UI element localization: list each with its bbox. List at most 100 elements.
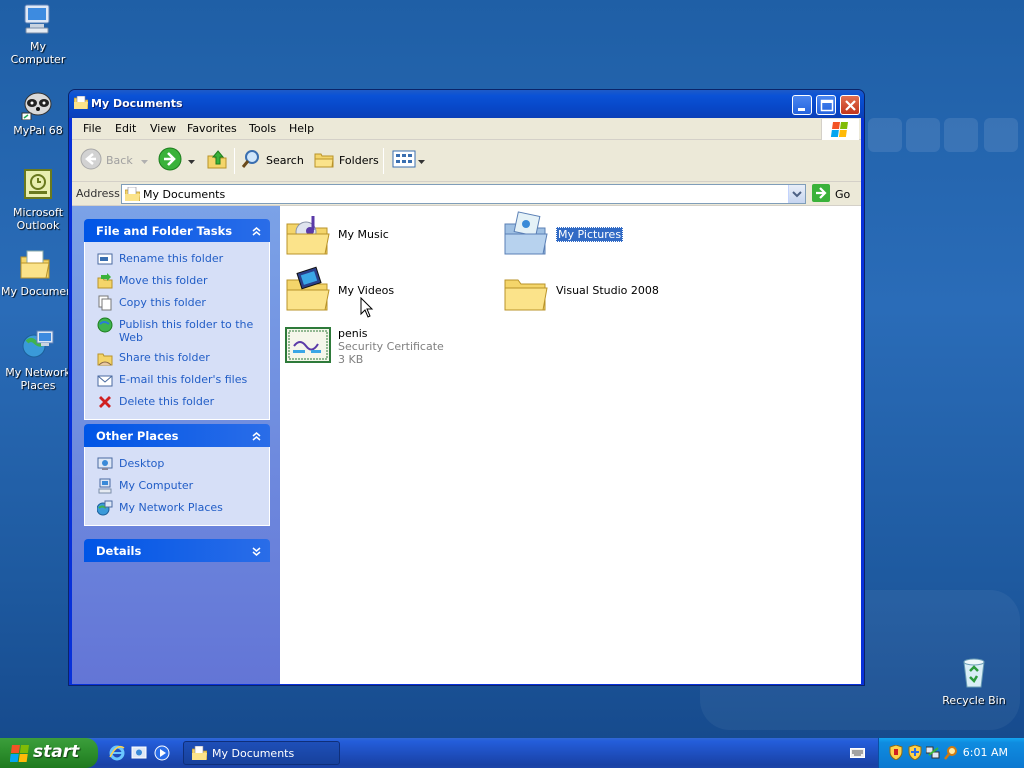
folder-icon (502, 266, 550, 314)
wallpaper-decoration (984, 118, 1018, 152)
chevron-down-icon (418, 154, 425, 167)
desktop-icon-my-documents[interactable]: My Documents (1, 247, 69, 298)
address-input[interactable]: My Documents (121, 184, 806, 204)
back-button[interactable]: Back (80, 148, 148, 172)
file-folder-tasks-panel: File and Folder Tasks Rename this folder… (84, 219, 270, 420)
publish-icon (97, 317, 113, 333)
menu-favorites[interactable]: Favorites (187, 122, 237, 135)
rename-icon (97, 251, 113, 267)
task-move-folder[interactable]: Move this folder (85, 270, 269, 292)
show-desktop-icon[interactable] (131, 745, 147, 761)
copy-icon (97, 295, 113, 311)
address-label: Address (76, 187, 120, 200)
windows-logo-icon (821, 119, 859, 140)
network-places-icon (21, 328, 55, 362)
desktop-icon-mypal[interactable]: MyPal 68 (1, 86, 75, 137)
internet-explorer-icon[interactable] (109, 745, 125, 761)
taskbar: start My Documents 6:01 AM (0, 738, 1024, 768)
forward-button[interactable] (158, 147, 195, 174)
task-share-folder[interactable]: Share this folder (85, 347, 269, 369)
move-icon (97, 273, 113, 289)
desktop-icon-label: Places (20, 379, 56, 392)
menu-tools[interactable]: Tools (249, 122, 276, 135)
start-label: start (33, 742, 80, 762)
desktop-icon-label: My Documents (1, 285, 69, 298)
place-desktop[interactable]: Desktop (85, 453, 269, 475)
keyboard-icon[interactable] (850, 747, 865, 759)
task-rename-folder[interactable]: Rename this folder (85, 248, 269, 270)
minimize-button[interactable] (792, 95, 812, 115)
go-button[interactable]: Go (812, 183, 851, 203)
folder-icon (73, 95, 89, 110)
folder-icon (191, 745, 208, 761)
menu-view[interactable]: View (150, 122, 176, 135)
my-documents-icon (18, 247, 52, 281)
collapse-chevron-icon[interactable] (247, 222, 264, 239)
search-label: Search (266, 153, 304, 167)
views-button[interactable] (392, 148, 425, 172)
go-label: Go (835, 187, 851, 201)
file-item-my-videos[interactable]: My Videos (284, 266, 394, 314)
file-name: My Videos (338, 283, 395, 297)
wallpaper-decoration (944, 118, 978, 152)
file-item-my-pictures[interactable]: My Pictures (502, 210, 624, 258)
file-item-visual-studio-2008[interactable]: Visual Studio 2008 (502, 266, 659, 314)
menu-file[interactable]: File (83, 122, 101, 135)
my-computer-icon (97, 478, 113, 494)
network-places-icon (96, 500, 113, 516)
place-network-places[interactable]: My Network Places (85, 497, 269, 519)
start-button[interactable]: start (0, 738, 98, 768)
address-value: My Documents (143, 188, 226, 201)
file-folder-tasks-header[interactable]: File and Folder Tasks (84, 219, 270, 242)
pictures-folder-icon (502, 210, 550, 258)
forward-arrow-icon (158, 147, 182, 174)
desktop-icon-my-computer[interactable]: My Computer (1, 2, 75, 66)
task-email-files[interactable]: E-mail this folder's files (85, 369, 269, 391)
desktop-icon-label: Recycle Bin (942, 694, 1006, 707)
other-places-header[interactable]: Other Places (84, 424, 270, 447)
task-copy-folder[interactable]: Copy this folder (85, 292, 269, 314)
security-shield-icon[interactable] (889, 744, 903, 761)
collapse-chevron-icon[interactable] (247, 427, 264, 444)
search-icon[interactable] (944, 745, 958, 760)
other-places-panel: Other Places Desktop My Computer My Netw… (84, 424, 270, 526)
task-publish-folder[interactable]: Publish this folder to the Web (85, 314, 269, 347)
task-delete-folder[interactable]: Delete this folder (85, 391, 269, 413)
folders-button[interactable]: Folders (313, 148, 379, 172)
network-status-icon[interactable] (925, 745, 940, 760)
media-player-icon[interactable] (154, 745, 170, 761)
explorer-window: My Documents File Edit View Favorites To… (68, 89, 865, 686)
clock[interactable]: 6:01 AM (963, 746, 1008, 759)
security-shield-icon[interactable] (908, 744, 922, 761)
menu-edit[interactable]: Edit (115, 122, 136, 135)
desktop-icon-network-places[interactable]: My Network Places (1, 328, 75, 392)
address-dropdown-button[interactable] (788, 185, 805, 203)
details-header[interactable]: Details (84, 539, 270, 562)
wallpaper-decoration (906, 118, 940, 152)
file-name: My Pictures (556, 226, 624, 242)
file-item-certificate[interactable]: penis Security Certificate 3 KB (284, 322, 444, 370)
window-title: My Documents (91, 97, 183, 110)
close-button[interactable] (840, 95, 860, 115)
title-bar[interactable]: My Documents (69, 90, 864, 118)
task-label: Move this folder (119, 274, 208, 287)
window-body: File Edit View Favorites Tools Help Back (72, 118, 861, 684)
task-pane: File and Folder Tasks Rename this folder… (72, 206, 280, 684)
desktop-icon-outlook[interactable]: Microsoft Outlook (1, 168, 75, 232)
file-size: 3 KB (338, 352, 364, 366)
expand-chevron-icon[interactable] (247, 542, 264, 559)
menu-help[interactable]: Help (289, 122, 314, 135)
place-my-computer[interactable]: My Computer (85, 475, 269, 497)
file-item-my-music[interactable]: My Music (284, 210, 389, 258)
desktop-icon-label: My Computer (10, 40, 66, 66)
task-label: Publish this folder to the Web (119, 318, 254, 344)
search-button[interactable]: Search (240, 148, 304, 172)
task-label: Share this folder (119, 351, 210, 364)
certificate-icon (284, 322, 332, 370)
up-folder-button[interactable] (206, 148, 228, 172)
desktop-icon-label: My Network (5, 366, 71, 379)
maximize-button[interactable] (816, 95, 836, 115)
music-folder-icon (284, 210, 332, 258)
desktop-icon-recycle-bin[interactable]: Recycle Bin (937, 656, 1011, 707)
taskbar-window-button[interactable]: My Documents (183, 741, 340, 765)
